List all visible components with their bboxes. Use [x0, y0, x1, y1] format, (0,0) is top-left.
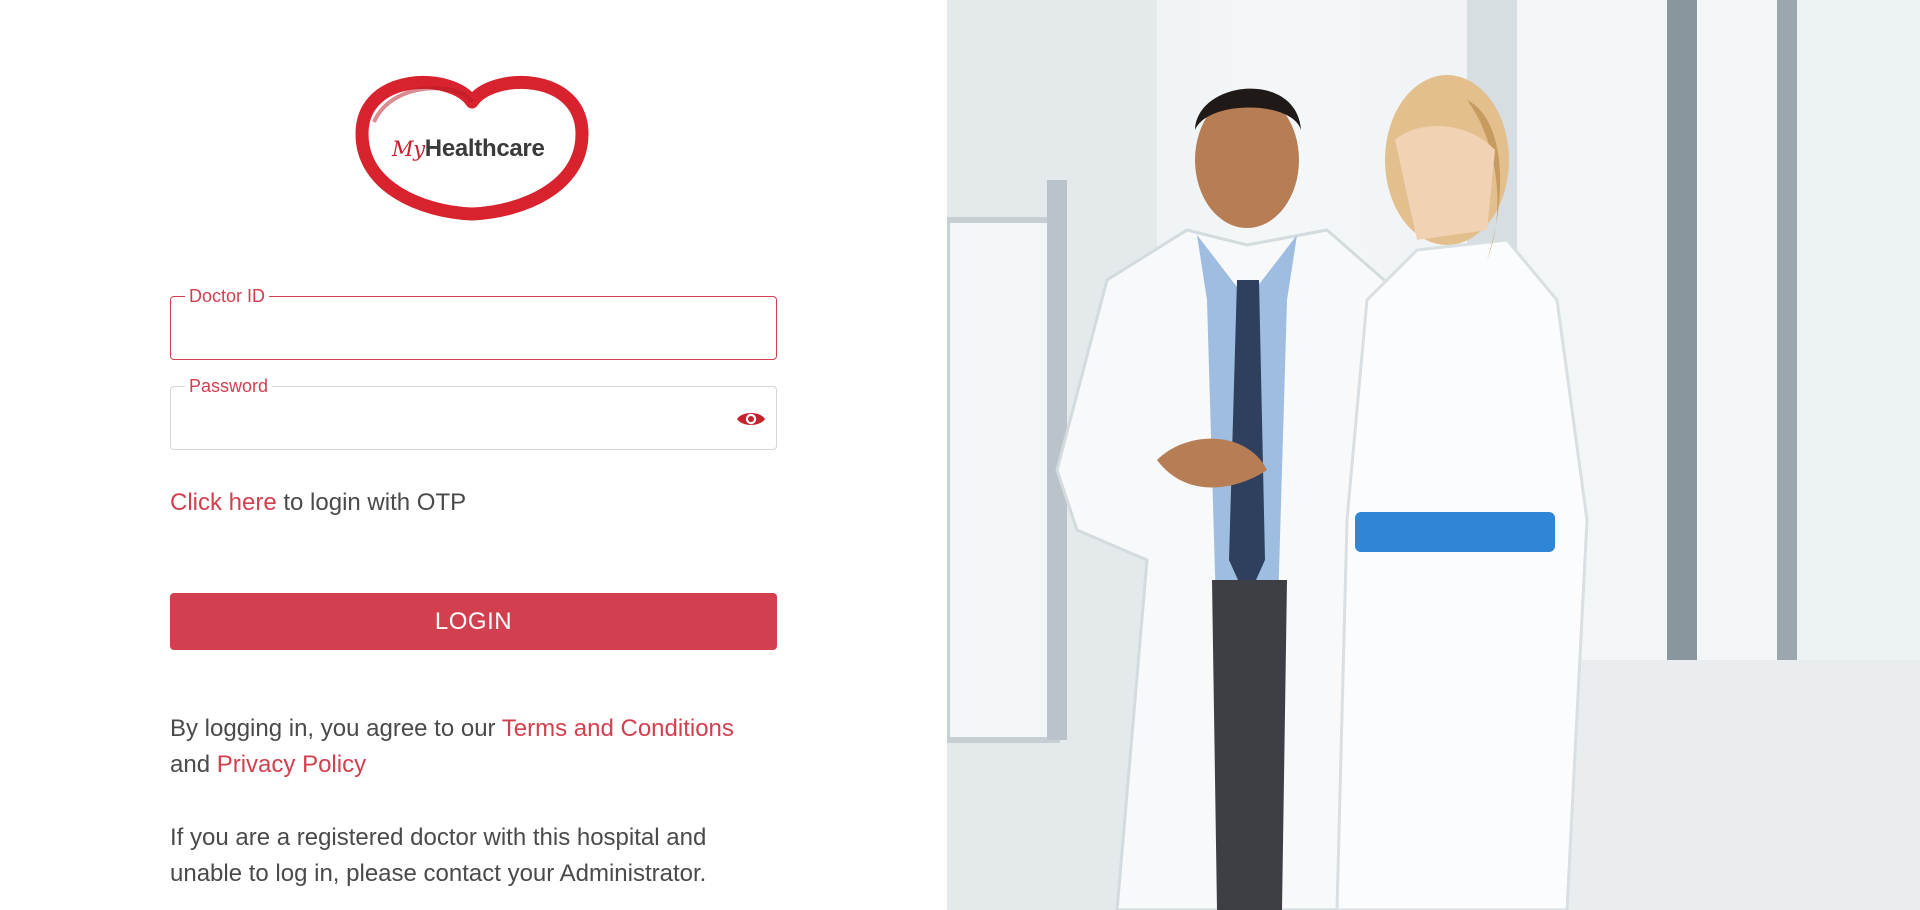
- doctor-id-field[interactable]: Doctor ID: [170, 286, 777, 360]
- otp-login-text: to login with OTP: [276, 489, 467, 516]
- brand-healthcare: Healthcare: [424, 135, 545, 162]
- password-input[interactable]: [171, 387, 776, 449]
- login-panel: MyHealthcare Doctor ID Password Click he…: [0, 0, 947, 910]
- eye-icon[interactable]: [736, 407, 766, 431]
- terms-notice: By logging in, you agree to our Terms an…: [170, 711, 770, 783]
- doctors-illustration: [947, 0, 1920, 910]
- help-text: If you are a registered doctor with this…: [170, 824, 707, 887]
- brand-logo: MyHealthcare: [352, 72, 592, 222]
- terms-and: and: [170, 751, 217, 778]
- terms-link[interactable]: Terms and Conditions: [502, 715, 734, 742]
- login-button[interactable]: LOGIN: [170, 593, 777, 650]
- privacy-link[interactable]: Privacy Policy: [217, 751, 366, 778]
- hero-photo: [947, 0, 1920, 910]
- password-field[interactable]: Password: [170, 376, 777, 450]
- brand-name: MyHealthcare: [392, 135, 562, 163]
- brand-my: My: [392, 137, 425, 161]
- terms-prefix: By logging in, you agree to our: [170, 715, 502, 742]
- otp-login-link[interactable]: Click here: [170, 489, 277, 516]
- doctor-id-input[interactable]: [171, 297, 776, 359]
- otp-login-line: Click here to login with OTP: [170, 488, 466, 518]
